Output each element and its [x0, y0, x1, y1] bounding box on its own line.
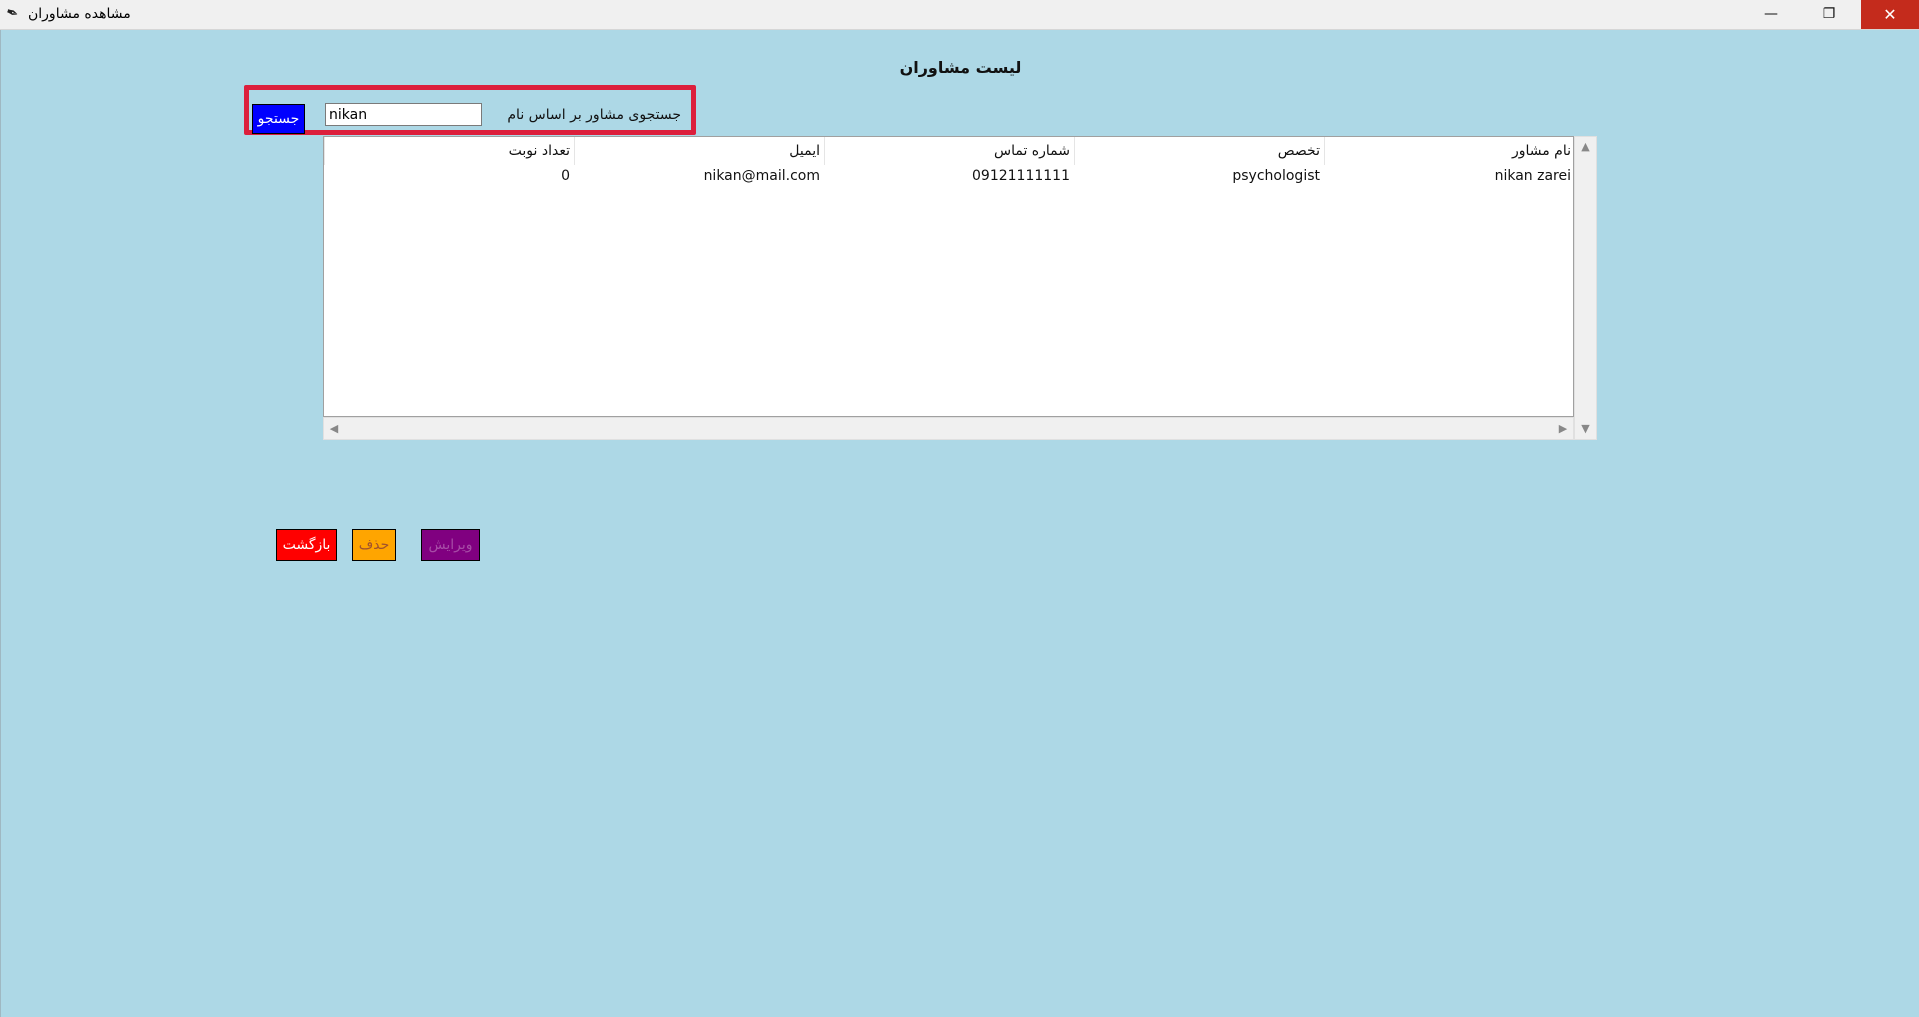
back-button[interactable]: بازگشت: [276, 529, 337, 561]
title-bar: ✒ مشاهده مشاوران — ❐ ✕: [0, 0, 1919, 30]
delete-button[interactable]: حذف: [352, 529, 396, 561]
close-button[interactable]: ✕: [1861, 0, 1919, 29]
vertical-scrollbar[interactable]: ▲ ▼: [1574, 136, 1597, 440]
column-header-name[interactable]: نام مشاور: [1324, 137, 1573, 165]
column-header-phone[interactable]: شماره تماس: [824, 137, 1074, 165]
scroll-right-icon[interactable]: ▶: [1553, 418, 1573, 439]
window-title: مشاهده مشاوران: [28, 6, 131, 22]
scroll-up-icon[interactable]: ▲: [1575, 137, 1596, 157]
scroll-down-icon[interactable]: ▼: [1575, 419, 1596, 439]
cell-phone: 09121111111: [972, 168, 1070, 184]
window-content: لیست مشاوران جستجو جستجوی مشاور بر اساس …: [0, 30, 1919, 1017]
maximize-button[interactable]: ❐: [1800, 0, 1858, 29]
cell-name: nikan zarei: [1494, 168, 1571, 184]
column-header-appointments[interactable]: تعداد نوبت: [324, 137, 574, 165]
page-title: لیست مشاوران: [899, 58, 1022, 77]
cell-appointments: 0: [561, 168, 570, 184]
search-input[interactable]: [325, 103, 482, 126]
column-header-specialty[interactable]: تخصص: [1074, 137, 1324, 165]
table-header: نام مشاور تخصص شماره تماس ایمیل تعداد نو…: [324, 137, 1573, 165]
table-row[interactable]: nikan zarei psychologist 09121111111 nik…: [324, 165, 1573, 187]
consultants-table[interactable]: نام مشاور تخصص شماره تماس ایمیل تعداد نو…: [323, 136, 1574, 417]
search-label: جستجوی مشاور بر اساس نام: [507, 107, 681, 123]
cell-email: nikan@mail.com: [703, 168, 820, 184]
scroll-left-icon[interactable]: ◀: [324, 418, 344, 439]
search-button[interactable]: جستجو: [252, 104, 305, 134]
column-header-email[interactable]: ایمیل: [574, 137, 824, 165]
horizontal-scrollbar[interactable]: ◀ ▶: [323, 417, 1574, 440]
minimize-button[interactable]: —: [1742, 0, 1800, 29]
feather-icon: ✒: [3, 2, 22, 24]
edit-button[interactable]: ویرایش: [421, 529, 480, 561]
cell-specialty: psychologist: [1232, 168, 1320, 184]
